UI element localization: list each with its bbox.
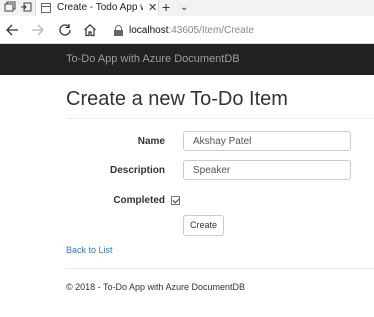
- url-text: localhost:43605/Item/Create: [129, 24, 254, 37]
- tab-preview-icon[interactable]: [3, 1, 17, 15]
- create-button[interactable]: Create: [183, 215, 224, 236]
- name-input[interactable]: [183, 131, 351, 151]
- site-navbar: To-Do App with Azure DocumentDB: [0, 44, 374, 75]
- description-input[interactable]: [183, 160, 351, 180]
- browser-tab-strip: Create - Todo App with ✕ + ⌄: [0, 0, 374, 16]
- tab-close-icon[interactable]: ✕: [148, 1, 157, 15]
- tab-title: Create - Todo App with: [57, 2, 143, 13]
- footer-text: © 2018 - To-Do App with Azure DocumentDB: [66, 282, 246, 292]
- description-label: Description: [109, 165, 165, 176]
- page-title: Create a new To-Do Item: [66, 88, 288, 110]
- completed-label: Completed: [113, 195, 165, 206]
- tab-menu-chevron-icon[interactable]: ⌄: [180, 1, 188, 15]
- back-to-list-link[interactable]: Back to List: [66, 244, 113, 256]
- url-host: localhost: [129, 25, 169, 36]
- name-label: Name: [137, 136, 165, 147]
- title-divider: [66, 118, 374, 119]
- set-aside-tabs-icon[interactable]: [19, 1, 33, 15]
- refresh-icon[interactable]: [56, 21, 74, 39]
- home-icon[interactable]: [81, 21, 99, 39]
- forward-arrow-icon[interactable]: [29, 21, 47, 39]
- site-brand-link[interactable]: To-Do App with Azure DocumentDB: [66, 53, 240, 66]
- back-arrow-icon[interactable]: [3, 21, 21, 39]
- url-field[interactable]: localhost:43605/Item/Create: [112, 22, 374, 39]
- page-favicon-icon: [41, 3, 51, 13]
- new-tab-icon[interactable]: +: [162, 0, 170, 15]
- lock-icon[interactable]: [114, 25, 123, 36]
- browser-address-bar: localhost:43605/Item/Create: [0, 16, 374, 44]
- browser-tab-active[interactable]: Create - Todo App with ✕: [35, 0, 159, 16]
- completed-checkbox[interactable]: [171, 196, 180, 205]
- url-path: :43605/Item/Create: [168, 25, 255, 36]
- footer-divider: [66, 268, 374, 269]
